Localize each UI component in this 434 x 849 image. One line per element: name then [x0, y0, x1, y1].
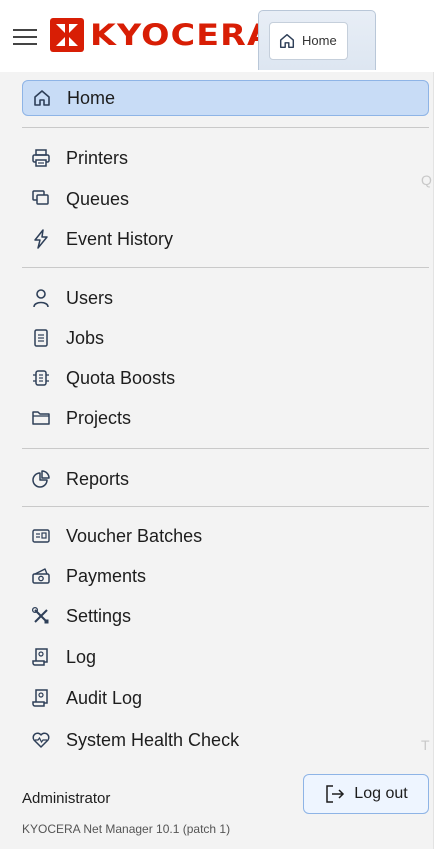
menu-item-audit-log-label: Audit Log: [66, 687, 143, 708]
menu-item-settings-label: Settings: [66, 605, 132, 626]
version-text: KYOCERA Net Manager 10.1 (patch 1): [22, 822, 231, 836]
menu-item-projects[interactable]: Projects: [22, 400, 429, 436]
menu-item-queues-label: Queues: [66, 188, 130, 209]
kyocera-emblem-icon: [50, 18, 84, 52]
audit-log-icon: [30, 687, 52, 709]
menu-item-users-label: Users: [66, 287, 114, 308]
menu-item-home-label: Home: [67, 87, 116, 108]
hamburger-menu-button[interactable]: [10, 22, 40, 52]
user-icon: [30, 287, 52, 309]
navigation-menu: Home Printers Queues Event History Users…: [0, 72, 434, 849]
logout-icon: [326, 785, 345, 803]
current-user: Administrator: [22, 790, 111, 807]
log-icon: [30, 646, 52, 668]
menu-item-printers-label: Printers: [66, 147, 129, 168]
menu-item-voucher-batches-label: Voucher Batches: [66, 525, 203, 546]
lightning-icon: [30, 228, 52, 250]
background-hint: T: [421, 737, 430, 753]
menu-item-log-label: Log: [66, 646, 97, 667]
queues-icon: [30, 188, 52, 210]
menu-item-queues[interactable]: Queues: [22, 181, 429, 217]
logout-button-label: Log out: [354, 785, 408, 802]
home-icon: [31, 87, 53, 109]
menu-divider: [22, 506, 429, 507]
menu-divider: [22, 127, 429, 128]
document-icon: [30, 327, 52, 349]
menu-item-jobs[interactable]: Jobs: [22, 320, 429, 356]
menu-item-projects-label: Projects: [66, 407, 132, 428]
menu-item-system-health-check-label: System Health Check: [66, 729, 240, 750]
heart-icon: [30, 729, 52, 751]
kyocera-logo: KYOCERA: [50, 17, 273, 53]
top-bar: KYOCERA Home: [0, 0, 434, 72]
payment-icon: [30, 565, 52, 587]
voucher-icon: [30, 525, 52, 547]
pie-chart-icon: [30, 468, 52, 490]
menu-item-system-health-check[interactable]: System Health Check: [22, 722, 429, 758]
tab-home-inner[interactable]: Home: [269, 21, 348, 60]
menu-item-reports-label: Reports: [66, 468, 130, 489]
menu-item-jobs-label: Jobs: [66, 327, 105, 348]
menu-item-reports[interactable]: Reports: [22, 461, 429, 497]
logout-button[interactable]: Log out: [303, 774, 429, 814]
menu-item-event-history-label: Event History: [66, 228, 174, 249]
tab-home[interactable]: Home: [258, 10, 376, 70]
menu-item-printers[interactable]: Printers: [22, 140, 429, 176]
tab-home-label: Home: [302, 33, 337, 48]
menu-item-audit-log[interactable]: Audit Log: [22, 680, 429, 716]
menu-item-home[interactable]: Home: [22, 80, 429, 116]
app-window: KYOCERA Home Home Printers Queues Event …: [0, 0, 434, 849]
menu-item-voucher-batches[interactable]: Voucher Batches: [22, 518, 429, 554]
printer-icon: [30, 147, 52, 169]
menu-item-settings[interactable]: Settings: [22, 598, 429, 634]
menu-divider: [22, 267, 429, 268]
menu-divider: [22, 448, 429, 449]
quota-icon: [30, 367, 52, 389]
menu-item-quota-boosts-label: Quota Boosts: [66, 367, 176, 388]
menu-item-payments[interactable]: Payments: [22, 558, 429, 594]
menu-item-quota-boosts[interactable]: Quota Boosts: [22, 360, 429, 396]
logo-wordmark: KYOCERA: [90, 18, 274, 52]
menu-item-event-history[interactable]: Event History: [22, 221, 429, 257]
folder-icon: [30, 407, 52, 429]
menu-item-users[interactable]: Users: [22, 280, 429, 316]
menu-item-log[interactable]: Log: [22, 639, 429, 675]
background-hint: Q: [421, 172, 432, 188]
tools-icon: [30, 605, 52, 627]
hamburger-icon: [13, 29, 37, 45]
menu-item-payments-label: Payments: [66, 565, 147, 586]
home-icon: [279, 33, 295, 48]
